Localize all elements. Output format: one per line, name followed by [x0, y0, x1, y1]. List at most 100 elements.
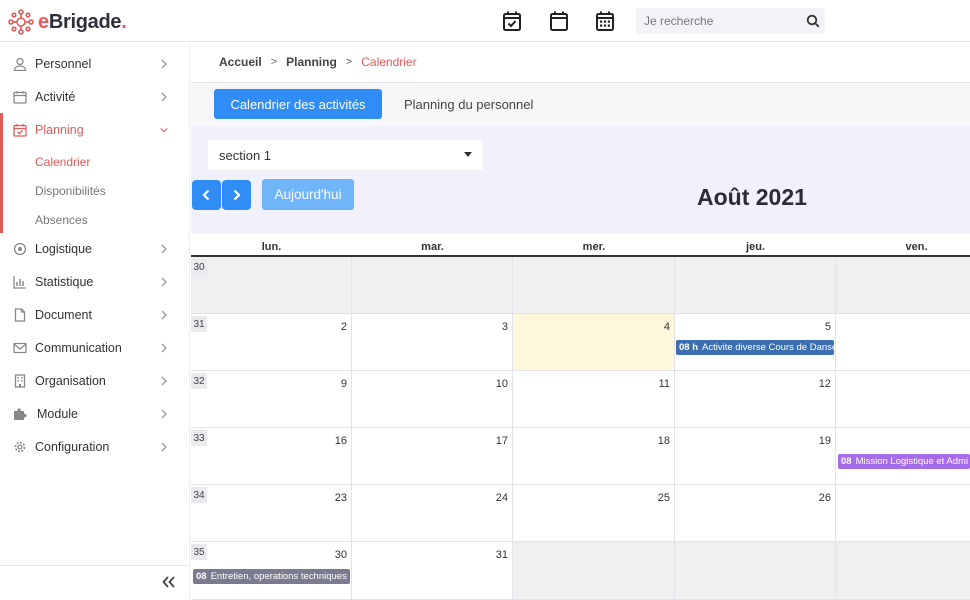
- day-cell[interactable]: [836, 542, 970, 600]
- prev-month-button[interactable]: [192, 180, 221, 210]
- day-cell[interactable]: 23: [191, 485, 352, 542]
- month-title: Août 2021: [697, 184, 807, 210]
- file-icon: [14, 308, 26, 322]
- calendar-icon[interactable]: [549, 10, 569, 32]
- day-number: 30: [334, 549, 347, 561]
- day-cell[interactable]: 18: [513, 428, 675, 485]
- day-cell[interactable]: 19: [675, 428, 836, 485]
- sidebar-subitem-calendrier[interactable]: Calendrier: [35, 155, 90, 169]
- chevron-right-icon: [161, 376, 167, 386]
- sidebar-item-planning[interactable]: Planning: [0, 117, 190, 143]
- day-number: 9: [340, 378, 347, 390]
- day-cell[interactable]: [513, 542, 675, 600]
- search-icon[interactable]: [806, 14, 820, 28]
- day-cell[interactable]: [836, 257, 970, 314]
- breadcrumb-home[interactable]: Accueil: [219, 55, 262, 69]
- sidebar-item-document[interactable]: Document: [0, 302, 190, 328]
- breadcrumb-current: Calendrier: [361, 55, 417, 69]
- sidebar-item-configuration[interactable]: Configuration: [0, 434, 190, 460]
- day-header-mar: mar.: [421, 241, 444, 253]
- day-number: 31: [495, 549, 508, 561]
- day-cell[interactable]: [836, 485, 970, 542]
- day-cell[interactable]: 26: [675, 485, 836, 542]
- sidebar-subitem-disponibilites[interactable]: Disponibilités: [35, 184, 106, 198]
- sidebar-subitem-absences[interactable]: Absences: [35, 213, 88, 227]
- tab-calendrier-activites[interactable]: Calendrier des activités: [214, 89, 382, 119]
- day-number: 5: [824, 321, 831, 333]
- tab-planning-personnel[interactable]: Planning du personnel: [404, 97, 533, 112]
- day-number: 18: [657, 435, 670, 447]
- day-cell[interactable]: 11: [513, 371, 675, 428]
- day-cell[interactable]: 9: [191, 371, 352, 428]
- week-number: 33: [191, 430, 207, 446]
- event-title: Activite diverse Cours de Danse: [702, 342, 834, 353]
- day-cell[interactable]: 2: [191, 314, 352, 371]
- sidebar-item-organisation[interactable]: Organisation: [0, 368, 190, 394]
- section-select-value: section 1: [219, 148, 272, 163]
- day-cell[interactable]: [191, 257, 352, 314]
- breadcrumb: Accueil > Planning > Calendrier: [219, 55, 417, 69]
- breadcrumb-separator: >: [270, 56, 278, 68]
- chevron-right-icon: [161, 409, 167, 419]
- ebrigade-logo-icon: [8, 9, 34, 35]
- sidebar-item-communication[interactable]: Communication: [0, 335, 190, 361]
- day-cell[interactable]: 16: [191, 428, 352, 485]
- top-header: eBrigade.: [0, 0, 970, 42]
- day-number: 4: [663, 321, 670, 333]
- sidebar-item-module[interactable]: Module: [0, 401, 190, 427]
- next-month-button[interactable]: [222, 180, 251, 210]
- event-title: Mission Logistique et Admi: [855, 456, 969, 467]
- day-cell[interactable]: [675, 257, 836, 314]
- day-cell[interactable]: [513, 257, 675, 314]
- search-input[interactable]: [636, 8, 796, 34]
- day-header-lun: lun.: [261, 241, 282, 253]
- section-select[interactable]: section 1: [208, 140, 483, 170]
- day-cell[interactable]: [836, 314, 970, 371]
- day-cell[interactable]: 31: [352, 542, 513, 600]
- chevron-down-icon: [160, 128, 168, 133]
- chevron-right-icon: [233, 189, 241, 201]
- bar-chart-icon: [13, 276, 26, 289]
- breadcrumb-planning[interactable]: Planning: [286, 55, 337, 69]
- day-cell[interactable]: 10: [352, 371, 513, 428]
- sidebar-item-logistique[interactable]: Logistique: [0, 236, 190, 262]
- day-cell[interactable]: 17: [352, 428, 513, 485]
- sidebar-item-label: Planning: [35, 123, 84, 137]
- gear-icon: [14, 441, 26, 453]
- chevron-right-icon: [161, 442, 167, 452]
- day-cell[interactable]: 12: [675, 371, 836, 428]
- calendar-event[interactable]: 08 Mission Logistique et Admi: [838, 454, 970, 469]
- sidebar-item-label: Logistique: [35, 242, 92, 256]
- today-button[interactable]: Aujourd'hui: [262, 179, 354, 210]
- sidebar-item-label: Module: [37, 407, 78, 421]
- chevron-right-icon: [161, 310, 167, 320]
- event-time: 08: [841, 456, 852, 467]
- calendar-event[interactable]: 08 Entretien, operations techniques: [193, 569, 350, 584]
- sidebar-item-activite[interactable]: Activité: [0, 84, 190, 110]
- sidebar-item-personnel[interactable]: Personnel: [0, 51, 190, 77]
- day-header-mer: mer.: [582, 241, 606, 253]
- day-cell[interactable]: 25: [513, 485, 675, 542]
- collapse-sidebar-icon[interactable]: [162, 576, 176, 588]
- envelope-icon: [13, 342, 27, 354]
- sidebar-item-statistique[interactable]: Statistique: [0, 269, 190, 295]
- day-cell[interactable]: [836, 371, 970, 428]
- sidebar-footer: [0, 565, 190, 600]
- chevron-right-icon: [161, 59, 167, 69]
- calendar-grid-icon[interactable]: [595, 10, 615, 32]
- day-cell[interactable]: 24: [352, 485, 513, 542]
- day-cell[interactable]: [352, 257, 513, 314]
- day-cell[interactable]: [675, 542, 836, 600]
- calendar-event[interactable]: 08 h Activite diverse Cours de Danse: [676, 340, 834, 355]
- logo-text: eBrigade.: [38, 10, 127, 33]
- logo[interactable]: eBrigade.: [7, 8, 127, 36]
- calendar-check-icon[interactable]: [502, 10, 522, 32]
- day-number: 11: [658, 378, 670, 390]
- chevron-right-icon: [161, 92, 167, 102]
- day-number: 23: [334, 492, 347, 504]
- day-number: 2: [340, 321, 347, 333]
- calendar-check-icon: [13, 124, 27, 137]
- puzzle-icon: [14, 408, 27, 420]
- day-cell[interactable]: 3: [352, 314, 513, 371]
- day-cell-today[interactable]: 4: [513, 314, 675, 371]
